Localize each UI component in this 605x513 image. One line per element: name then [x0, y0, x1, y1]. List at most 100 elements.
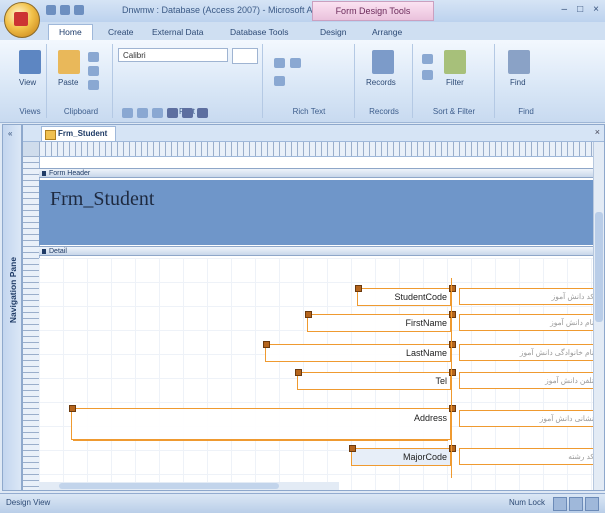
close-button[interactable]: × — [593, 4, 599, 15]
group-label-clipboard: Clipboard — [63, 107, 99, 116]
form-view-icon[interactable] — [553, 497, 567, 511]
copy-icon[interactable] — [88, 66, 99, 76]
form-selector[interactable] — [23, 142, 39, 156]
tab-external-data[interactable]: External Data — [152, 25, 204, 39]
address-bottom-edge — [73, 440, 448, 441]
indent-icon[interactable] — [274, 76, 285, 86]
tab-home[interactable]: Home — [48, 24, 93, 41]
ribbon: View Views Paste Clipboard Font Calibri … — [0, 40, 605, 134]
group-sort-filter: Filter Sort & Filter — [414, 44, 495, 118]
detail-section-bar[interactable]: Detail — [39, 246, 604, 256]
address-label[interactable]: Address — [71, 408, 451, 440]
firstname-label[interactable]: FirstName — [307, 314, 451, 332]
quick-access-toolbar[interactable] — [46, 5, 84, 15]
align-left-icon[interactable] — [167, 108, 178, 118]
alignment-guide — [451, 278, 452, 478]
firstname-textbox[interactable]: نام دانش آموز — [459, 314, 599, 331]
address-textbox[interactable]: نشانی دانش آموز — [459, 410, 599, 427]
form-design-document: Frm_Student × Form Header Frm_Student De… — [22, 124, 605, 491]
align-center-icon[interactable] — [182, 108, 193, 118]
address-move-handle[interactable] — [69, 405, 76, 412]
lastname-textbox[interactable]: نام خانوادگی دانش آموز — [459, 344, 599, 361]
filter-button-label[interactable]: Filter — [446, 78, 464, 87]
view-button-label[interactable]: View — [19, 78, 36, 87]
design-view-icon[interactable] — [585, 497, 599, 511]
office-logo-icon — [14, 12, 28, 26]
records-button-label[interactable]: Records — [366, 78, 396, 87]
tab-design[interactable]: Design — [320, 25, 346, 39]
form-header-section[interactable]: Frm_Student — [39, 180, 604, 245]
filter-icon[interactable] — [444, 50, 466, 74]
navigation-pane[interactable]: « Navigation Pane — [2, 124, 22, 491]
records-icon[interactable] — [372, 50, 394, 74]
ribbon-tabs: Home Create External Data Database Tools… — [0, 22, 605, 41]
group-clipboard: Paste Clipboard — [50, 44, 113, 118]
group-label-records: Records — [369, 107, 399, 116]
majorcode-move-handle[interactable] — [349, 445, 356, 452]
form-header-section-bar[interactable]: Form Header — [39, 168, 604, 178]
redo-icon[interactable] — [74, 5, 84, 15]
numbering-icon[interactable] — [290, 58, 301, 68]
status-num-lock: Num Lock — [508, 498, 545, 507]
paste-icon[interactable] — [58, 50, 80, 74]
font-name-select[interactable]: Calibri — [118, 48, 228, 62]
italic-icon[interactable] — [137, 108, 148, 118]
paste-button-label[interactable]: Paste — [58, 78, 78, 87]
group-rich-text: Rich Text — [264, 44, 355, 118]
view-icon[interactable] — [19, 50, 41, 74]
firstname-move-handle[interactable] — [305, 311, 312, 318]
group-views: View Views — [14, 44, 47, 118]
tel-move-handle[interactable] — [295, 369, 302, 376]
minimize-button[interactable]: – — [562, 4, 568, 15]
majorcode-textbox[interactable]: کد رشته — [459, 448, 599, 465]
vertical-ruler[interactable] — [23, 156, 40, 490]
tab-arrange[interactable]: Arrange — [372, 25, 402, 39]
underline-icon[interactable] — [152, 108, 163, 118]
view-switcher — [553, 497, 599, 511]
align-right-icon[interactable] — [197, 108, 208, 118]
find-button-label[interactable]: Find — [510, 78, 526, 87]
group-label-rich-text: Rich Text — [292, 107, 326, 116]
group-records: Records Records — [356, 44, 413, 118]
group-find: Find Find — [496, 44, 556, 118]
studentcode-textbox[interactable]: کد دانش آموز — [459, 288, 599, 305]
sort-ascending-icon[interactable] — [422, 54, 433, 64]
horizontal-ruler[interactable] — [39, 142, 603, 157]
window-controls: – □ × — [562, 4, 599, 15]
navigation-pane-label: Navigation Pane — [8, 256, 18, 324]
vertical-scrollbar[interactable] — [593, 142, 604, 490]
group-label-views: Views — [19, 107, 41, 116]
form-icon — [45, 130, 56, 140]
studentcode-label[interactable]: StudentCode — [357, 288, 451, 306]
majorcode-label[interactable]: MajorCode — [351, 448, 451, 466]
save-icon[interactable] — [46, 5, 56, 15]
nav-pane-toggle[interactable]: « — [8, 129, 12, 138]
cut-icon[interactable] — [88, 52, 99, 62]
horizontal-scroll-thumb[interactable] — [59, 483, 279, 489]
document-tab-label: Frm_Student — [58, 129, 108, 138]
bullets-icon[interactable] — [274, 58, 285, 68]
layout-view-icon[interactable] — [569, 497, 583, 511]
font-size-select[interactable] — [232, 48, 258, 64]
sort-descending-icon[interactable] — [422, 70, 433, 80]
form-title-label[interactable]: Frm_Student — [50, 188, 154, 211]
horizontal-scrollbar[interactable] — [39, 482, 339, 490]
maximize-button[interactable]: □ — [577, 4, 583, 15]
tel-textbox[interactable]: تلفن دانش آموز — [459, 372, 599, 389]
format-painter-icon[interactable] — [88, 80, 99, 90]
vertical-scroll-thumb[interactable] — [595, 212, 603, 322]
office-button[interactable] — [4, 2, 40, 38]
lastname-move-handle[interactable] — [263, 341, 270, 348]
close-document-button[interactable]: × — [595, 127, 600, 137]
studentcode-move-handle[interactable] — [355, 285, 362, 292]
status-view-mode: Design View — [6, 498, 51, 507]
tab-database-tools[interactable]: Database Tools — [230, 25, 288, 39]
document-tab[interactable]: Frm_Student — [41, 126, 117, 141]
detail-section[interactable]: StudentCode کد دانش آموز FirstName نام د… — [39, 258, 604, 490]
find-binoculars-icon[interactable] — [508, 50, 530, 74]
lastname-label[interactable]: LastName — [265, 344, 451, 362]
bold-icon[interactable] — [122, 108, 133, 118]
undo-icon[interactable] — [60, 5, 70, 15]
tab-create[interactable]: Create — [108, 25, 134, 39]
tel-label[interactable]: Tel — [297, 372, 451, 390]
